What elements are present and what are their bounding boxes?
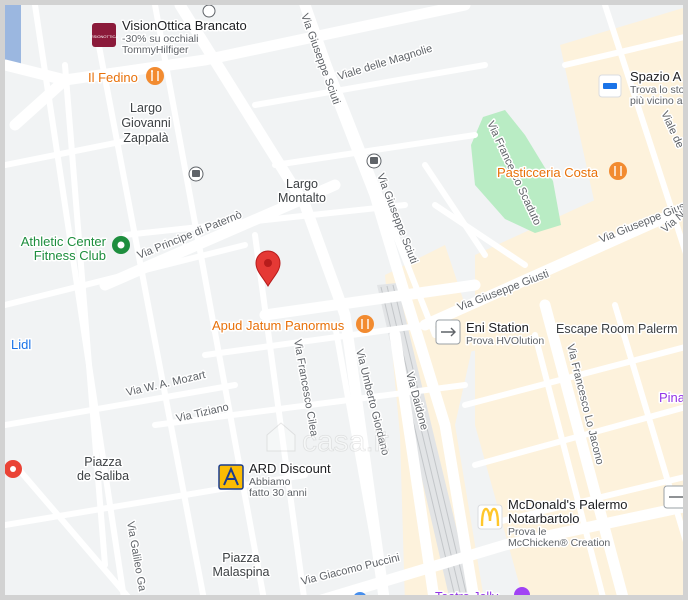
- bus-stop-icon[interactable]: [188, 166, 204, 182]
- bus-stop-icon[interactable]: [366, 153, 382, 169]
- poi-subtitle: McChicken® Creation: [508, 537, 610, 549]
- poi-title: Pasticceria Costa: [497, 165, 599, 180]
- place-label: Malaspina: [213, 565, 270, 579]
- poi-escape-room[interactable]: Escape Room Palerm: [555, 321, 680, 338]
- restaurant-icon: [146, 67, 164, 85]
- visionottica-logo-text: VISIONOTTICA: [90, 34, 119, 39]
- pina-label[interactable]: Pina: [658, 389, 686, 407]
- poi-title: VisionOttica Brancato: [122, 18, 247, 33]
- bus-stop-icon[interactable]: [202, 5, 216, 18]
- place-label: Largo: [130, 101, 162, 115]
- poi-subtitle: fatto 30 anni: [249, 487, 307, 499]
- place-label: Zappalà: [123, 131, 168, 145]
- poi-eni-station[interactable]: Eni Station Prova HVOlution: [435, 319, 546, 349]
- map-canvas[interactable]: Viale delle Magnolie Via Giuseppe Sciuti…: [5, 5, 688, 600]
- poi-title: Athletic Center: [21, 234, 107, 249]
- poi-subtitle: Prova HVOlution: [466, 335, 544, 347]
- place-label: Piazza: [84, 455, 122, 469]
- place-label: Largo: [286, 177, 318, 191]
- poi-subtitle: TommyHilfiger: [122, 44, 189, 56]
- watermark-text: casa.it: [302, 425, 389, 458]
- poi-title: ARD Discount: [249, 461, 331, 476]
- poi-title: McDonald's Palermo: [508, 497, 628, 512]
- lidl-label[interactable]: Lidl: [10, 336, 33, 354]
- poi-title: Apud Jatum Panormus: [212, 318, 345, 333]
- place-label: Piazza: [222, 551, 260, 565]
- place-label: Montalto: [278, 191, 326, 205]
- place-label: Giovanni: [121, 116, 170, 130]
- poi-title: Fitness Club: [34, 248, 106, 263]
- poi-title: Il Fedino: [88, 70, 138, 85]
- poi-title: Eni Station: [466, 320, 529, 335]
- poi-subtitle: più vicino a: [630, 95, 683, 107]
- place-label: de Saliba: [77, 469, 129, 483]
- restaurant-icon: [356, 315, 374, 333]
- map-frame: Viale delle Magnolie Via Giuseppe Sciuti…: [0, 0, 688, 600]
- water-area: [5, 5, 21, 65]
- poi-title: Spazio A: [630, 69, 682, 84]
- restaurant-icon: [609, 162, 627, 180]
- poi-title: Notarbartolo: [508, 511, 580, 526]
- poi-title: Teatro Jolly: [435, 590, 499, 600]
- poi-il-fedino[interactable]: Il Fedino: [87, 67, 164, 87]
